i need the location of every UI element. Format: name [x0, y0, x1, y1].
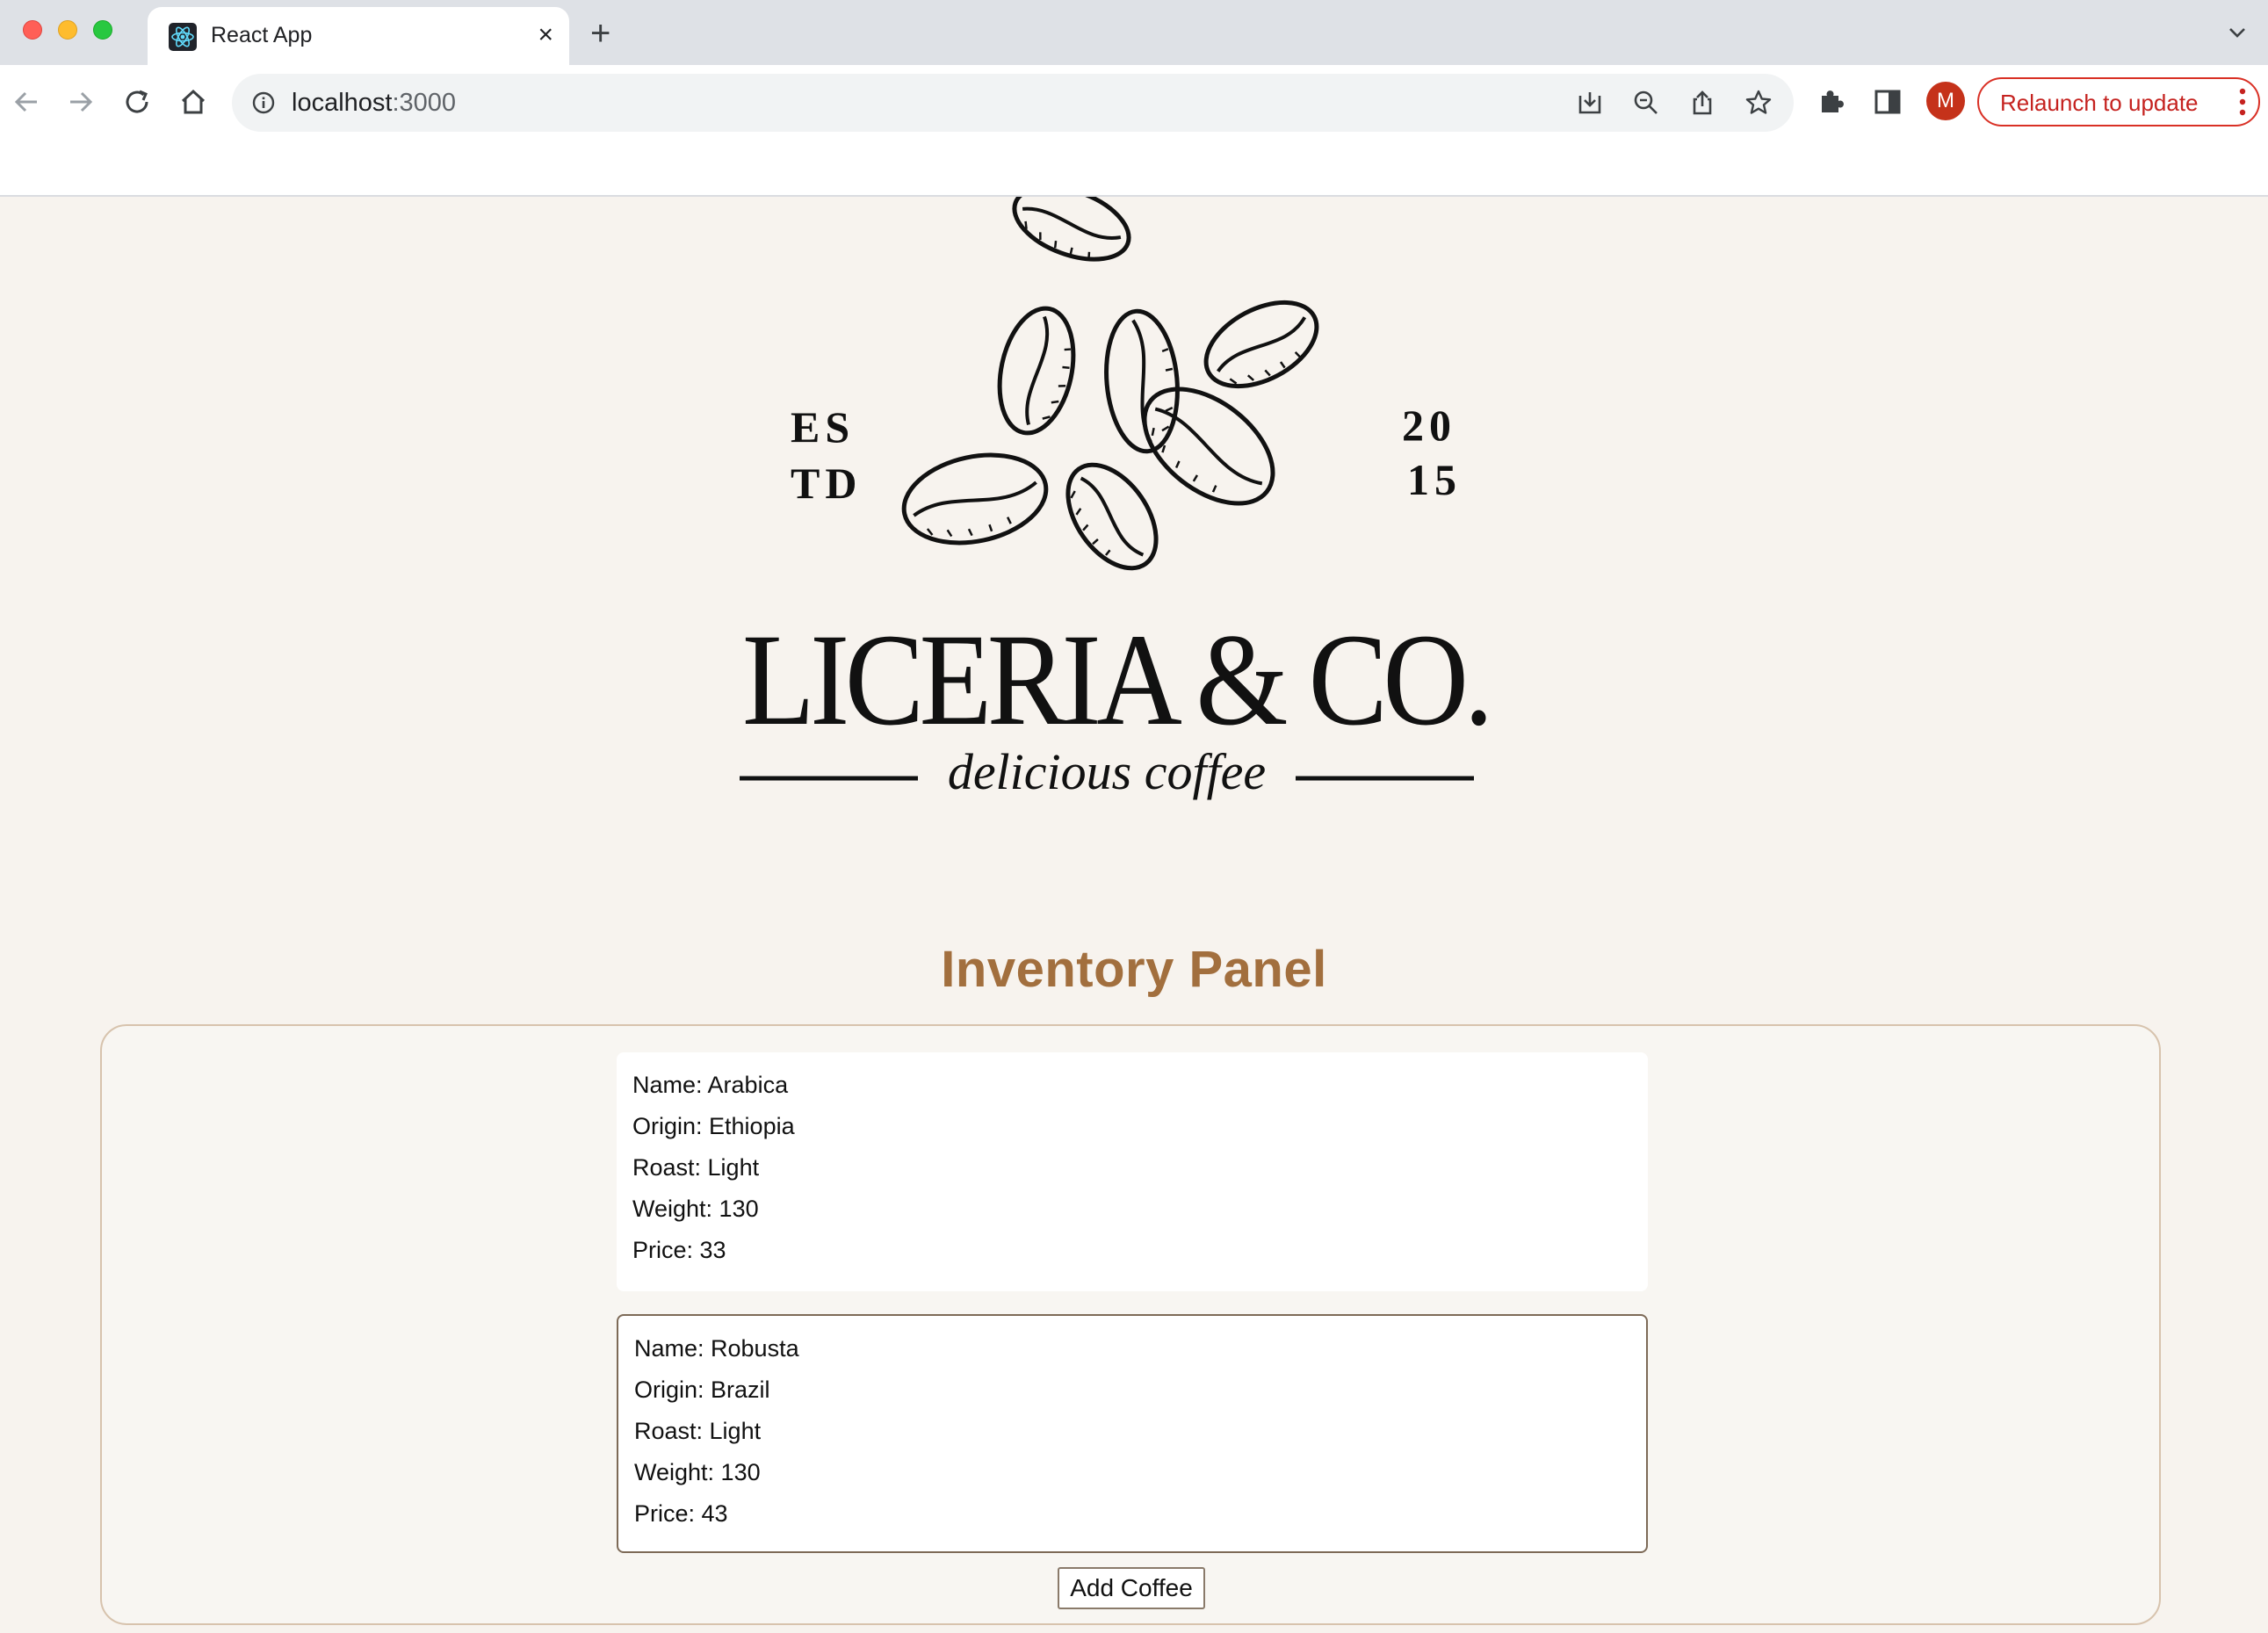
tagline: delicious coffee: [948, 743, 1266, 800]
bookmark-star-icon[interactable]: [1744, 89, 1773, 117]
close-window-button[interactable]: [23, 20, 42, 40]
bookmarks-bar: [0, 141, 2268, 197]
browser-toolbar: localhost:3000 M Relaunch to update: [0, 65, 2268, 141]
coffee-card[interactable]: Name: Robusta Origin: Brazil Roast: Ligh…: [617, 1314, 1648, 1553]
tab-search-chevron-icon[interactable]: [2226, 21, 2249, 44]
coffee-roast: Roast: Light: [632, 1154, 760, 1181]
url-text[interactable]: localhost:3000: [292, 89, 456, 118]
back-arrow-icon[interactable]: [9, 84, 44, 119]
address-bar[interactable]: localhost:3000: [232, 74, 1794, 132]
coffee-weight: Weight: 130: [632, 1196, 759, 1222]
minimize-window-button[interactable]: [58, 20, 77, 40]
coffee-weight: Weight: 130: [634, 1459, 761, 1485]
tab-strip: React App × +: [0, 0, 2268, 65]
tab-title: React App: [211, 23, 313, 47]
maximize-window-button[interactable]: [93, 20, 112, 40]
url-host: localhost: [292, 89, 393, 117]
relaunch-label: Relaunch to update: [2000, 90, 2199, 116]
extensions-puzzle-icon[interactable]: [1817, 87, 1846, 117]
relaunch-to-update-button[interactable]: Relaunch to update: [1977, 77, 2260, 126]
zoom-out-icon[interactable]: [1632, 89, 1660, 117]
coffee-price: Price: 43: [634, 1500, 728, 1527]
site-info-icon[interactable]: [251, 90, 276, 115]
url-port: :3000: [392, 89, 457, 117]
coffee-price: Price: 33: [632, 1237, 726, 1263]
new-tab-button[interactable]: +: [590, 16, 610, 51]
install-app-icon[interactable]: [1576, 89, 1604, 117]
page-heading: Inventory Panel: [941, 941, 1327, 998]
coffee-origin: Origin: Ethiopia: [632, 1113, 795, 1139]
tab-close-button[interactable]: ×: [538, 18, 553, 53]
add-coffee-button[interactable]: Add Coffee: [1058, 1567, 1205, 1609]
coffee-name: Name: Arabica: [632, 1072, 789, 1098]
tab-react-app[interactable]: React App ×: [148, 7, 569, 65]
coffee-beans-illustration: [901, 197, 1319, 571]
react-favicon-icon: [169, 23, 197, 51]
est-left-bottom: TD: [791, 459, 862, 508]
share-icon[interactable]: [1688, 89, 1716, 117]
coffee-card[interactable]: Name: Arabica Origin: Ethiopia Roast: Li…: [617, 1052, 1648, 1291]
forward-arrow-icon[interactable]: [63, 84, 98, 119]
reload-icon[interactable]: [119, 84, 155, 119]
coffee-name: Name: Robusta: [634, 1335, 799, 1362]
est-right-top: 20: [1402, 401, 1456, 450]
liceria-logo: ES TD 20 15 LICERIA & CO. delicious coff…: [740, 197, 1494, 800]
est-right-bottom: 15: [1407, 455, 1462, 504]
coffee-origin: Origin: Brazil: [634, 1376, 770, 1403]
coffee-roast: Roast: Light: [634, 1418, 762, 1444]
est-left-top: ES: [791, 402, 855, 452]
side-panel-icon[interactable]: [1873, 87, 1903, 117]
inventory-panel: Name: Arabica Origin: Ethiopia Roast: Li…: [100, 1024, 2161, 1625]
brand-name: LICERIA & CO.: [742, 607, 1489, 753]
profile-avatar[interactable]: M: [1926, 82, 1965, 120]
home-icon[interactable]: [176, 84, 211, 119]
more-menu-icon[interactable]: [2239, 86, 2246, 118]
